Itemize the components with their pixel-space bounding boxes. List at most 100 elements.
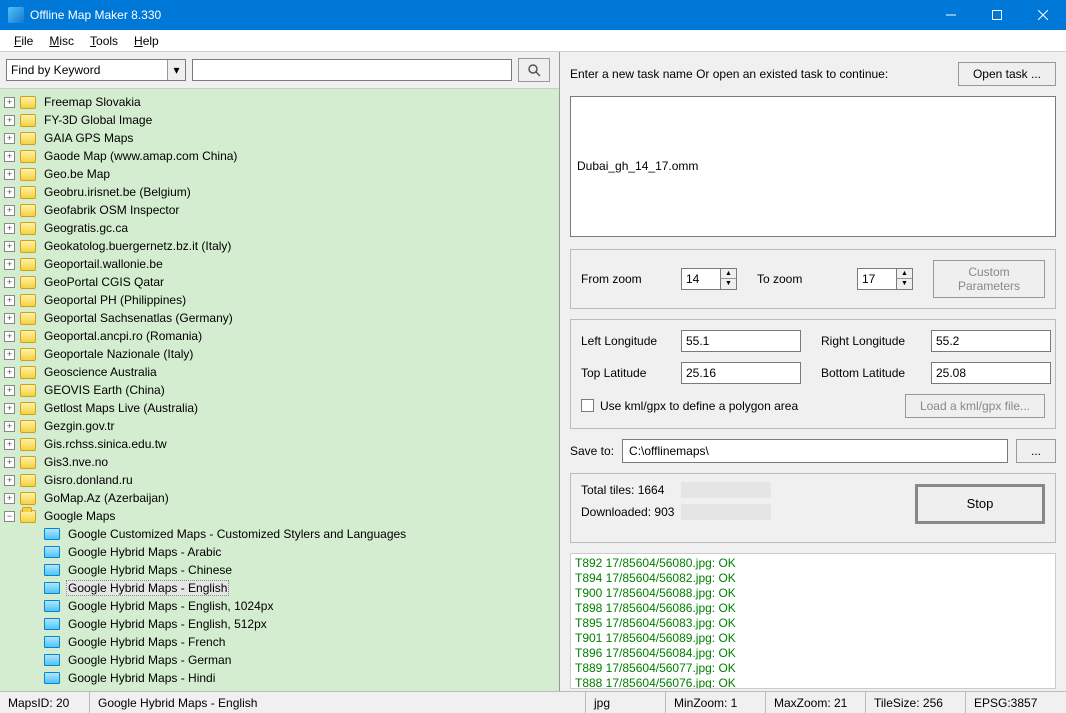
open-task-button[interactable]: Open task ... [958, 62, 1056, 86]
tree-item[interactable]: +Freemap Slovakia [2, 93, 557, 111]
tree-item[interactable]: +Gis.rchss.sinica.edu.tw [2, 435, 557, 453]
expand-icon[interactable]: + [4, 385, 15, 396]
tree-leaf[interactable]: Google Customized Maps - Customized Styl… [2, 525, 557, 543]
tree-item[interactable]: + Geobru.irisnet.be (Belgium) [2, 183, 557, 201]
search-icon [527, 63, 541, 77]
expand-icon[interactable]: + [4, 205, 15, 216]
close-button[interactable] [1020, 0, 1066, 30]
expand-icon[interactable]: + [4, 115, 15, 126]
tree-leaf[interactable]: Google Hybrid Maps - Hindi [2, 669, 557, 687]
task-name-input[interactable] [570, 96, 1056, 237]
find-mode-input[interactable] [7, 60, 167, 80]
tree-item[interactable]: +Gezgin.gov.tr [2, 417, 557, 435]
search-button[interactable] [518, 58, 550, 82]
tree-item[interactable]: +Geoscience Australia [2, 363, 557, 381]
browse-button[interactable]: ... [1016, 439, 1056, 463]
chevron-down-icon[interactable]: ▾ [167, 60, 185, 80]
left-lon-input[interactable] [681, 330, 801, 352]
tree-leaf[interactable]: Google Hybrid Maps - English, 512px [2, 615, 557, 633]
log-line: T894 17/85604/56082.jpg: OK [575, 571, 1051, 586]
tree-item[interactable]: +Geokatolog.buergernetz.bz.it (Italy) [2, 237, 557, 255]
expand-icon[interactable]: + [4, 421, 15, 432]
expand-icon[interactable]: + [4, 277, 15, 288]
expand-icon[interactable]: + [4, 313, 15, 324]
expand-icon[interactable]: + [4, 151, 15, 162]
from-zoom-label: From zoom [581, 272, 671, 286]
tree-leaf[interactable]: Google Hybrid Maps - English, 1024px [2, 597, 557, 615]
kml-checkbox[interactable] [581, 399, 594, 412]
to-zoom-label: To zoom [757, 272, 847, 286]
stop-button[interactable]: Stop [915, 484, 1045, 524]
tree-leaf[interactable]: Google Hybrid Maps - German [2, 651, 557, 669]
expand-icon[interactable]: + [4, 439, 15, 450]
tree-item[interactable]: +GeoPortal CGIS Qatar [2, 273, 557, 291]
expand-icon[interactable]: + [4, 349, 15, 360]
tree-item[interactable]: +Gis3.nve.no [2, 453, 557, 471]
tree-leaf[interactable]: Google Hybrid Maps - English [2, 579, 557, 597]
tree-item[interactable]: +GoMap.Az (Azerbaijan) [2, 489, 557, 507]
expand-icon[interactable]: + [4, 187, 15, 198]
tree-label: Geogratis.gc.ca [42, 221, 130, 235]
tree-item[interactable]: +Getlost Maps Live (Australia) [2, 399, 557, 417]
folder-icon [20, 294, 36, 307]
tree-item[interactable]: +Geofabrik OSM Inspector [2, 201, 557, 219]
tree-label: Google Hybrid Maps - English [66, 580, 229, 596]
to-zoom-input[interactable] [857, 268, 897, 290]
expand-icon[interactable]: + [4, 403, 15, 414]
menu-misc[interactable]: Misc [41, 32, 82, 50]
log-line: T898 17/85604/56086.jpg: OK [575, 601, 1051, 616]
tree-item[interactable]: +Geoportal.ancpi.ro (Romania) [2, 327, 557, 345]
tree-item[interactable]: +Geo.be Map [2, 165, 557, 183]
menu-file[interactable]: File [6, 32, 41, 50]
app-icon [8, 7, 24, 23]
find-mode-combo[interactable]: ▾ [6, 59, 186, 81]
menu-tools[interactable]: Tools [82, 32, 126, 50]
tree-item[interactable]: +Geoportail.wallonie.be [2, 255, 557, 273]
expand-icon[interactable]: + [4, 367, 15, 378]
tree-item[interactable]: +Gisro.donland.ru [2, 471, 557, 489]
from-zoom-spinner[interactable]: ▲▼ [721, 268, 737, 290]
expand-icon[interactable]: + [4, 295, 15, 306]
titlebar[interactable]: Offline Map Maker 8.330 [0, 0, 1066, 30]
minimize-button[interactable] [928, 0, 974, 30]
expand-icon[interactable]: + [4, 331, 15, 342]
bottom-lat-input[interactable] [931, 362, 1051, 384]
tree-item[interactable]: + FY-3D Global Image [2, 111, 557, 129]
expand-icon[interactable]: + [4, 133, 15, 144]
tree-leaf[interactable]: Google Hybrid Maps - Chinese [2, 561, 557, 579]
expand-icon[interactable]: + [4, 97, 15, 108]
download-log[interactable]: T892 17/85604/56080.jpg: OKT894 17/85604… [570, 553, 1056, 690]
tree-item[interactable]: −Google Maps [2, 507, 557, 525]
folder-icon [20, 204, 36, 217]
expand-icon[interactable]: + [4, 223, 15, 234]
expand-icon[interactable]: + [4, 241, 15, 252]
tree-leaf[interactable]: Google Hybrid Maps - French [2, 633, 557, 651]
expand-icon[interactable]: + [4, 493, 15, 504]
menu-help[interactable]: Help [126, 32, 167, 50]
tree-item[interactable]: +Gaode Map (www.amap.com China) [2, 147, 557, 165]
maximize-button[interactable] [974, 0, 1020, 30]
tree-item[interactable]: +Geoportale Nazionale (Italy) [2, 345, 557, 363]
expand-icon[interactable]: + [4, 457, 15, 468]
expand-icon[interactable]: + [4, 475, 15, 486]
expand-icon[interactable]: + [4, 169, 15, 180]
from-zoom-input[interactable] [681, 268, 721, 290]
collapse-icon[interactable]: − [4, 511, 15, 522]
map-tree-panel[interactable]: ▾ +Freemap Slovakia+FY-3D Global Image+G… [0, 52, 560, 691]
save-to-input[interactable] [622, 439, 1008, 463]
folder-icon [20, 492, 36, 505]
tree-label: FY-3D Global Image [42, 113, 154, 127]
tree-item[interactable]: +Geoportal PH (Philippines) [2, 291, 557, 309]
tree-item[interactable]: +GEOVIS Earth (China) [2, 381, 557, 399]
top-lat-input[interactable] [681, 362, 801, 384]
tree-item[interactable]: + Geogratis.gc.ca [2, 219, 557, 237]
tree-label: Geobru.irisnet.be (Belgium) [42, 185, 193, 199]
tree-item[interactable]: +Geoportal Sachsenatlas (Germany) [2, 309, 557, 327]
to-zoom-spinner[interactable]: ▲▼ [897, 268, 913, 290]
search-input[interactable] [192, 59, 512, 81]
folder-icon [20, 474, 36, 487]
tree-item[interactable]: +GAIA GPS Maps [2, 129, 557, 147]
tree-leaf[interactable]: Google Hybrid Maps - Arabic [2, 543, 557, 561]
right-lon-input[interactable] [931, 330, 1051, 352]
expand-icon[interactable]: + [4, 259, 15, 270]
